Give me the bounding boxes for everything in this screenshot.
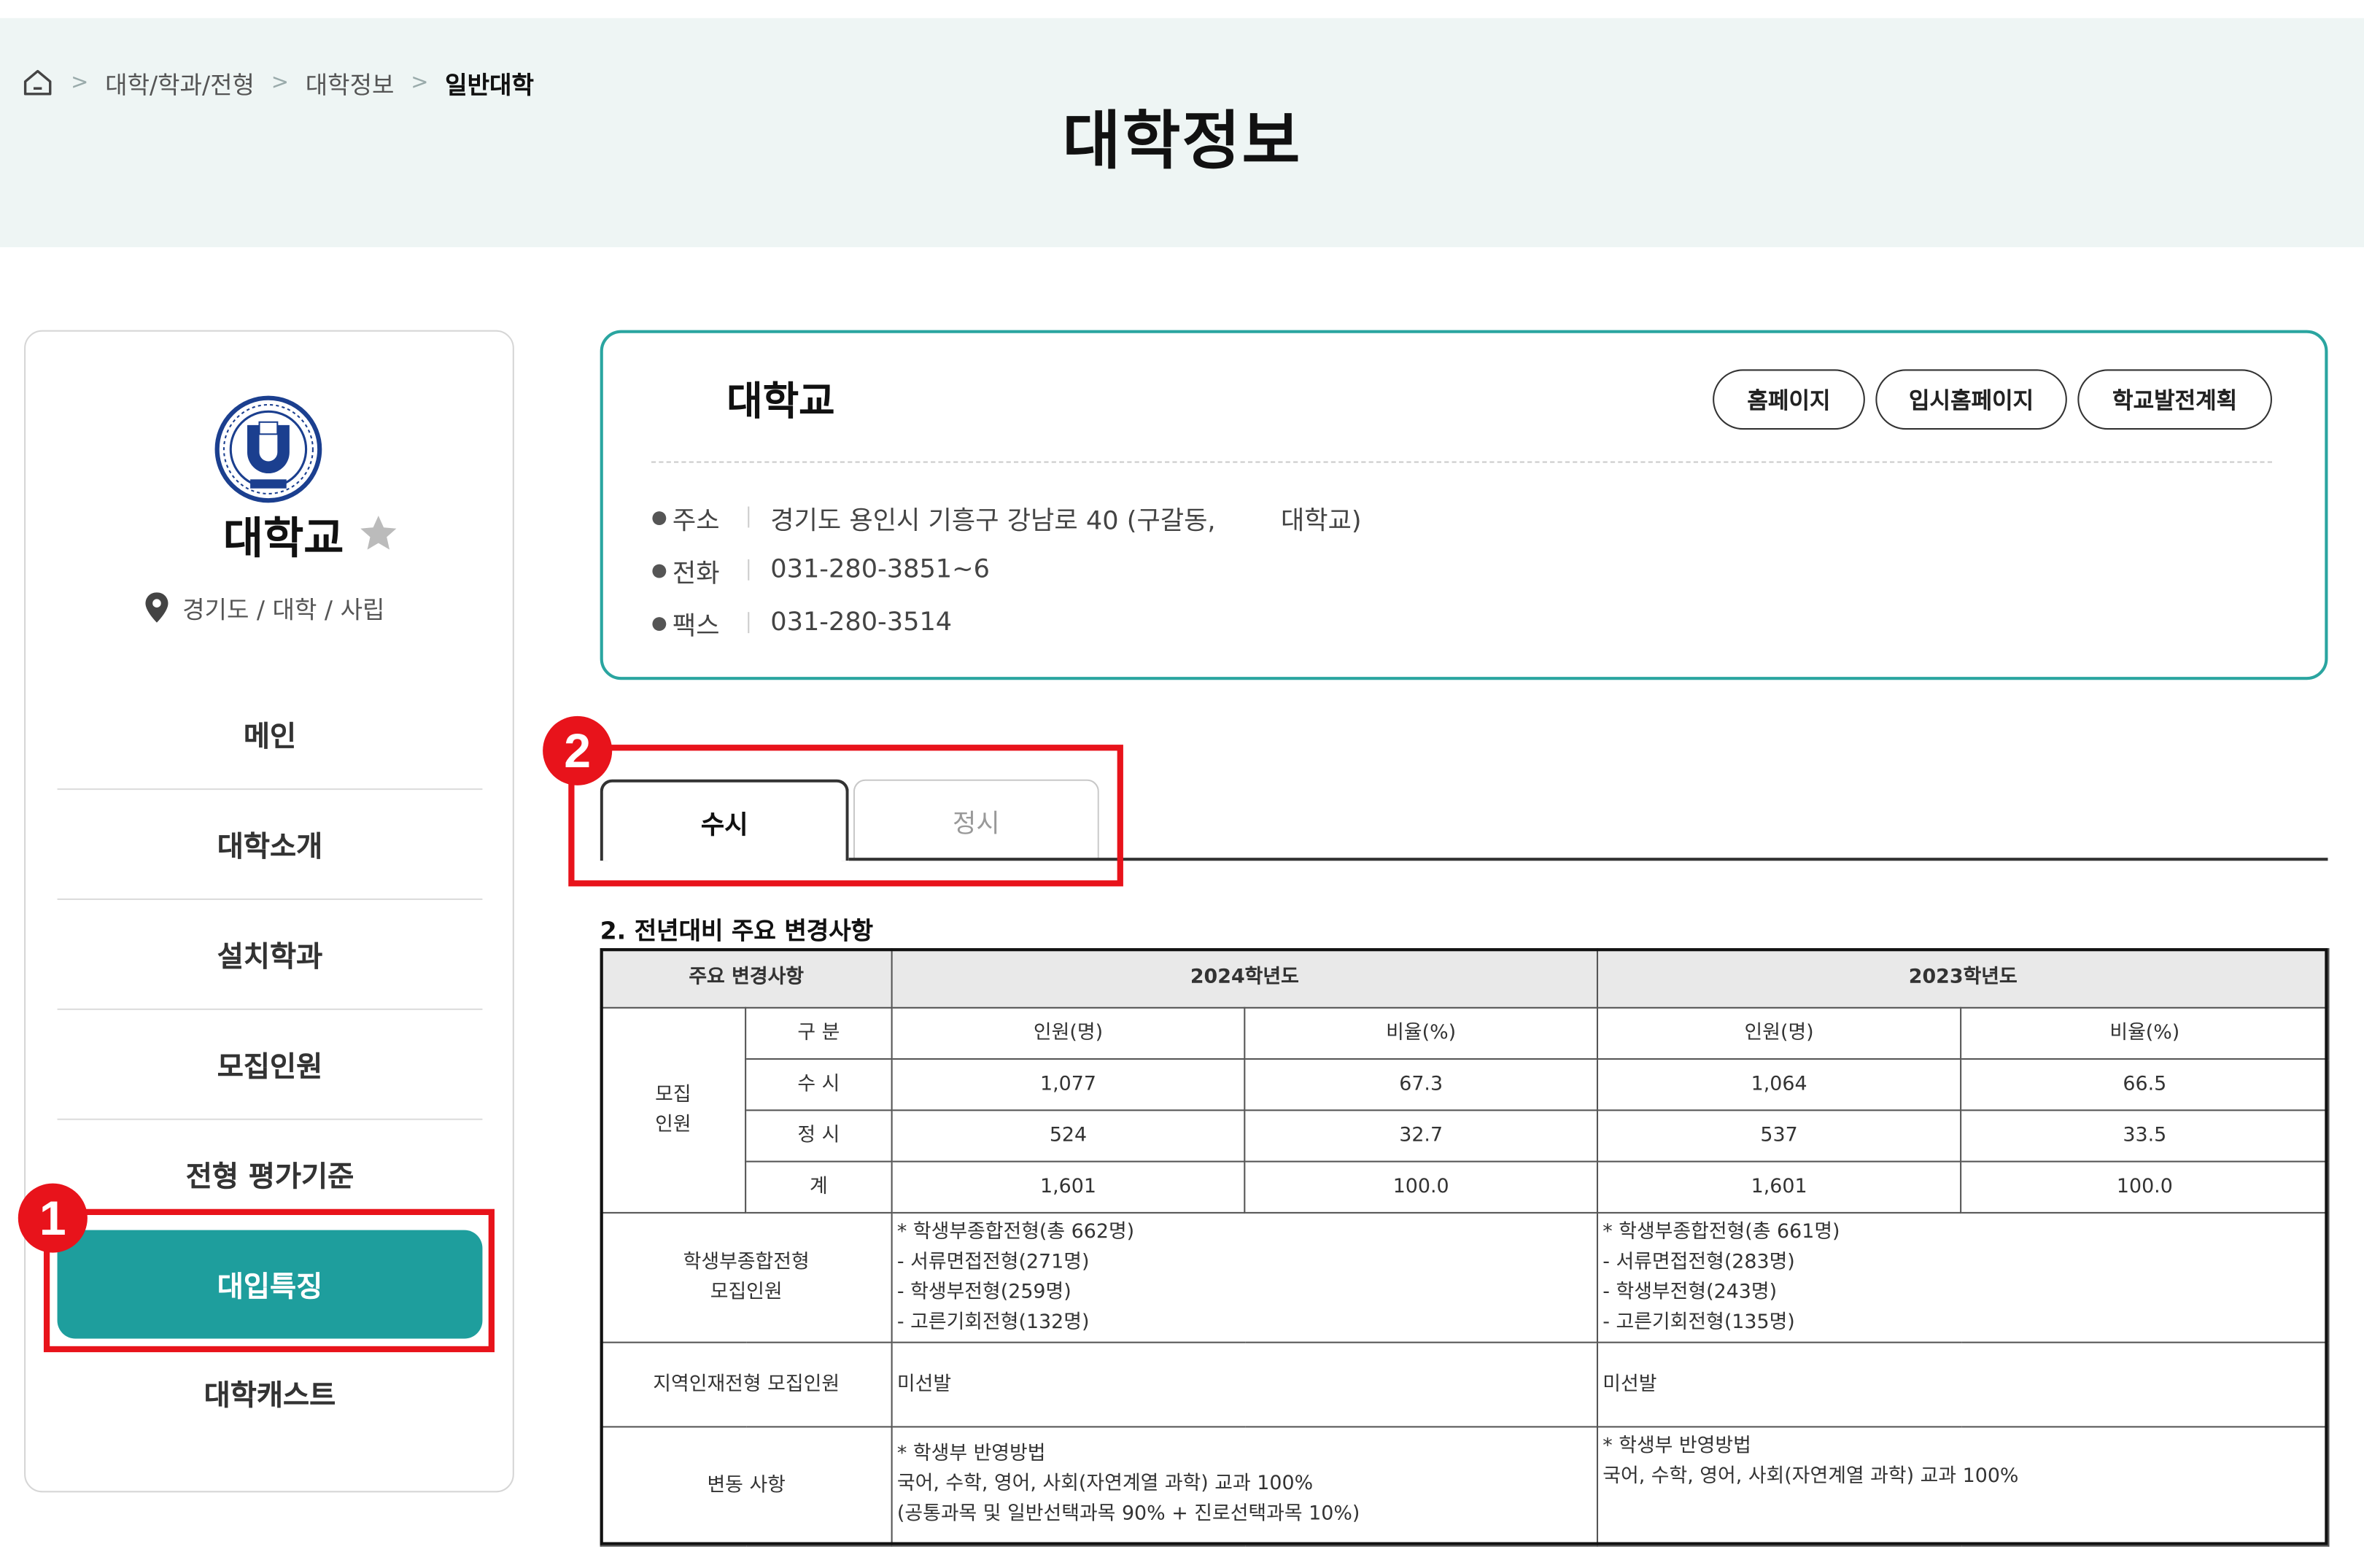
header-year-2023: 2023학년도 xyxy=(1596,948,2330,1009)
homepage-button[interactable]: 홈페이지 xyxy=(1713,369,1865,430)
bullet-icon: ● xyxy=(651,559,667,581)
fax-value: 031-280-3514 xyxy=(770,608,953,638)
sidebar-item-main[interactable]: 메인 xyxy=(57,680,483,791)
cell-ratio-2023: 100.0 xyxy=(1960,1160,2330,1214)
cell-count-2024: 524 xyxy=(891,1109,1246,1163)
development-plan-button[interactable]: 학교발전계획 xyxy=(2077,369,2272,430)
phone-label: 전화 xyxy=(672,558,720,589)
phone-row: ● 전화 031-280-3851~6 xyxy=(651,552,990,589)
cell-count-2023: 537 xyxy=(1596,1109,1962,1163)
cell-ratio-2024: 100.0 xyxy=(1244,1160,1599,1214)
changes-2023: * 학생부 반영방법 국어, 수학, 영어, 사회(자연계열 과학) 교과 10… xyxy=(1596,1426,2330,1547)
changes-table: 주요 변경사항 2024학년도 2023학년도 모집 인원 구 분 인원(명) … xyxy=(600,948,2330,1547)
cell-count-2024: 1,077 xyxy=(891,1058,1246,1111)
table-row: 수 시 1,077 67.3 1,064 66.5 xyxy=(601,1058,2330,1111)
star-icon[interactable] xyxy=(356,511,401,556)
sub-header-count-2023: 인원(명) xyxy=(1596,1006,1962,1060)
section-title: 2. 전년대비 주요 변경사항 xyxy=(600,916,874,946)
table-row: 학생부종합전형 모집인원 * 학생부종합전형(총 662명) - 서류면접전형(… xyxy=(600,1211,2330,1343)
sidebar-item-cast[interactable]: 대학캐스트 xyxy=(58,1338,483,1447)
location-text: 경기도 / 대학 / 사립 xyxy=(182,595,385,624)
annotation-badge-1: 1 xyxy=(18,1183,88,1253)
annotation-badge-2: 2 xyxy=(543,715,613,785)
annotation-highlight-2 xyxy=(568,745,1123,887)
phone-value: 031-280-3851~6 xyxy=(770,554,990,585)
cell-ratio-2023: 66.5 xyxy=(1960,1058,2330,1111)
page-title: 대학정보 xyxy=(1062,104,1302,178)
card-divider xyxy=(651,461,2272,463)
sub-header-ratio-2024: 비율(%) xyxy=(1244,1006,1599,1060)
cell-count-2023: 1,064 xyxy=(1596,1058,1962,1111)
changes-2024: * 학생부 반영방법 국어, 수학, 영어, 사회(자연계열 과학) 교과 10… xyxy=(891,1426,1599,1547)
university-logo xyxy=(214,395,322,503)
bullet-icon: ● xyxy=(651,506,667,528)
admission-homepage-button[interactable]: 입시홈페이지 xyxy=(1875,369,2067,430)
regional-2023: 미선발 xyxy=(1596,1341,2330,1428)
header-year-2024: 2024학년도 xyxy=(891,948,1599,1009)
changes-label: 변동 사항 xyxy=(600,1426,893,1547)
map-pin-icon xyxy=(145,592,168,623)
table-row: 정 시 524 32.7 537 33.5 xyxy=(601,1109,2330,1163)
card-title: 대학교 xyxy=(726,379,835,425)
address-row: ● 주소 경기도 용인시 기흥구 강남로 40 (구갈동, 대학교) xyxy=(651,499,1362,535)
sub-header-ratio-2023: 비율(%) xyxy=(1960,1006,2330,1060)
cell-ratio-2024: 67.3 xyxy=(1244,1058,1599,1111)
divider xyxy=(748,506,750,528)
row-label: 계 xyxy=(745,1160,893,1214)
fax-row: ● 팩스 031-280-3514 xyxy=(651,605,953,642)
sub-header-category: 구 분 xyxy=(745,1006,893,1060)
regional-2024: 미선발 xyxy=(891,1341,1599,1428)
table-row: 지역인재전형 모집인원 미선발 미선발 xyxy=(600,1341,2330,1428)
row-label: 수 시 xyxy=(745,1058,893,1111)
sidebar-item-intro[interactable]: 대학소개 xyxy=(57,790,483,900)
sub-header-count-2024: 인원(명) xyxy=(891,1006,1246,1060)
table-row: 모집 인원 구 분 인원(명) 비율(%) 인원(명) 비율(%) xyxy=(600,1006,2330,1214)
student-record-label: 학생부종합전형 모집인원 xyxy=(600,1211,893,1343)
row-label: 정 시 xyxy=(745,1109,893,1163)
table-row: 계 1,601 100.0 1,601 100.0 xyxy=(601,1160,2330,1214)
divider xyxy=(748,612,750,634)
location-row: 경기도 / 대학 / 사립 xyxy=(143,589,384,626)
table-header-row: 주요 변경사항 2024학년도 2023학년도 xyxy=(600,948,2330,1009)
bullet-icon: ● xyxy=(651,612,667,634)
address-label: 주소 xyxy=(672,505,720,536)
cell-ratio-2023: 33.5 xyxy=(1960,1109,2330,1163)
divider xyxy=(748,559,750,581)
sidebar-item-recruitment[interactable]: 모집인원 xyxy=(57,1010,483,1120)
fax-label: 팩스 xyxy=(672,611,720,642)
cell-count-2024: 1,601 xyxy=(891,1160,1246,1214)
student-record-2023: * 학생부종합전형(총 661명) - 서류면접전형(283명) - 학생부전형… xyxy=(1596,1211,2330,1343)
sidebar-item-departments[interactable]: 설치학과 xyxy=(57,900,483,1010)
address-value: 경기도 용인시 기흥구 강남로 40 (구갈동, 대학교) xyxy=(770,505,1362,536)
student-record-2024: * 학생부종합전형(총 662명) - 서류면접전형(271명) - 학생부전형… xyxy=(891,1211,1599,1343)
cell-ratio-2024: 32.7 xyxy=(1244,1109,1599,1163)
annotation-highlight-1 xyxy=(43,1208,495,1353)
regional-label: 지역인재전형 모집인원 xyxy=(600,1341,893,1428)
university-name: 대학교 xyxy=(222,512,344,564)
group-label-recruitment: 모집 인원 xyxy=(600,1006,747,1214)
header-main-changes: 주요 변경사항 xyxy=(600,948,893,1009)
table-row: 변동 사항 * 학생부 반영방법 국어, 수학, 영어, 사회(자연계열 과학)… xyxy=(600,1426,2330,1547)
cell-count-2023: 1,601 xyxy=(1596,1160,1962,1214)
